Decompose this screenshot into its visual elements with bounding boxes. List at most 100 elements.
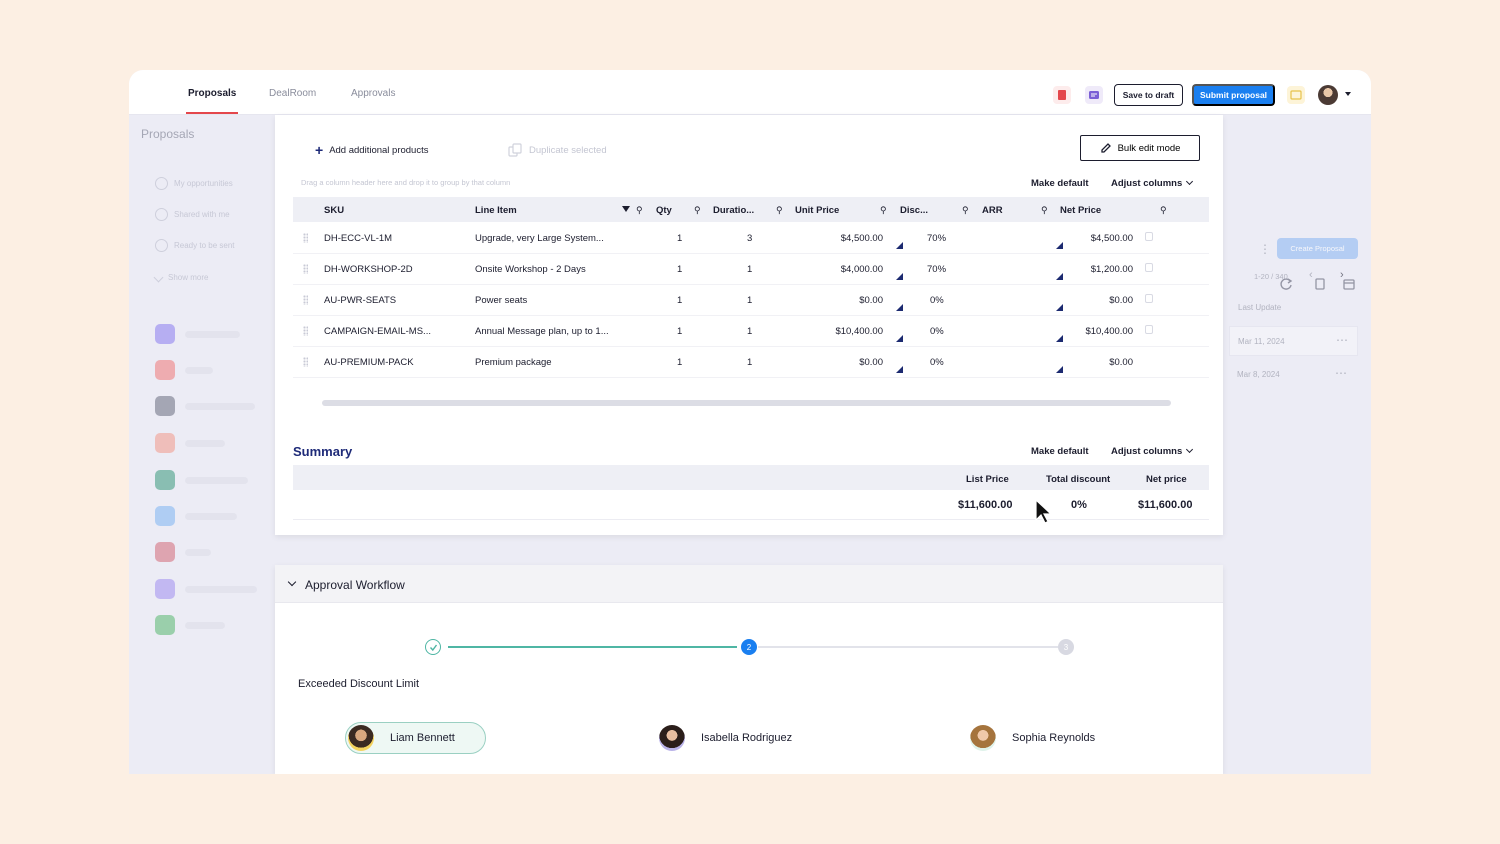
table-row[interactable]: CAMPAIGN-EMAIL-MS... Annual Message plan… — [293, 316, 1209, 347]
app-icon-4[interactable] — [155, 433, 175, 453]
summary-header-list-price: List Price — [966, 474, 1009, 485]
more-horizontal-icon[interactable]: ⋯ — [1336, 333, 1348, 347]
pin-icon[interactable]: ⚲ — [776, 205, 783, 216]
summary-make-default-link[interactable]: Make default — [1031, 446, 1089, 457]
approver-liam-bennett[interactable]: Liam Bennett — [345, 722, 486, 754]
more-vertical-icon[interactable]: ⋮ — [1259, 242, 1271, 256]
pin-icon[interactable]: ⚲ — [694, 205, 701, 216]
column-header-net-price[interactable]: Net Price — [1060, 205, 1101, 216]
approver-sophia-reynolds[interactable]: Sophia Reynolds — [970, 722, 1095, 754]
column-header-sku[interactable]: SKU — [324, 205, 344, 216]
summary-list-price: $11,600.00 — [958, 499, 1013, 511]
table-row[interactable]: AU-PREMIUM-PACK Premium package 1 1 $0.0… — [293, 347, 1209, 378]
placeholder-bar — [185, 477, 248, 484]
sidebar-item-my-opportunities[interactable]: My opportunities — [155, 177, 233, 190]
sidebar-item-show-more[interactable]: Show more — [153, 272, 208, 283]
pin-icon[interactable]: ⚲ — [636, 205, 643, 216]
app-icon-3[interactable] — [155, 396, 175, 416]
chevron-down-icon — [1186, 445, 1194, 454]
table-row[interactable]: AU-PWR-SEATS Power seats 1 1 $0.00 0% $0… — [293, 285, 1209, 316]
column-header-unit-price[interactable]: Unit Price — [795, 205, 839, 216]
sidebar: Proposals My opportunities Shared with m… — [129, 115, 275, 774]
column-header-arr[interactable]: ARR — [982, 205, 1003, 216]
column-header-line-item[interactable]: Line Item — [475, 205, 517, 216]
chevron-down-icon[interactable] — [1345, 92, 1351, 96]
sidebar-item-ready[interactable]: Ready to be sent — [155, 239, 234, 252]
export-icon[interactable] — [1313, 277, 1327, 291]
step-1-check-icon[interactable] — [425, 639, 441, 655]
plus-icon: + — [315, 142, 324, 158]
chevron-down-icon[interactable] — [287, 577, 297, 587]
workflow-header[interactable]: Approval Workflow — [275, 565, 1223, 603]
make-default-link[interactable]: Make default — [1031, 178, 1089, 189]
approval-workflow-card: Approval Workflow 2 3 Exceeded Discount … — [275, 565, 1223, 774]
next-page-icon[interactable]: › — [1340, 269, 1344, 281]
cell-indicator-icon — [896, 335, 903, 342]
app-icon-5[interactable] — [155, 470, 175, 490]
avatar — [970, 725, 996, 751]
app-icon-1[interactable] — [155, 324, 175, 344]
app-icon-9[interactable] — [155, 615, 175, 635]
lock-icon[interactable] — [1145, 325, 1153, 334]
cell-indicator-icon — [896, 273, 903, 280]
drag-handle-icon[interactable] — [303, 326, 308, 336]
tab-proposals[interactable]: Proposals — [188, 88, 236, 99]
last-update-header: Last Update — [1238, 303, 1282, 312]
table-row[interactable]: DH-WORKSHOP-2D Onsite Workshop - 2 Days … — [293, 254, 1209, 285]
list-item[interactable]: Mar 8, 2024 ⋯ — [1229, 360, 1358, 390]
add-products-button[interactable]: + Add additional products — [315, 142, 428, 158]
prev-page-icon[interactable]: ‹ — [1309, 269, 1313, 281]
bulk-edit-mode-button[interactable]: Bulk edit mode — [1080, 135, 1200, 161]
summary-net-price: $11,600.00 — [1138, 499, 1193, 511]
save-to-draft-button[interactable]: Save to draft — [1114, 84, 1183, 106]
pin-icon[interactable]: ⚲ — [962, 205, 969, 216]
lock-icon[interactable] — [1145, 294, 1153, 303]
user-avatar[interactable] — [1318, 85, 1338, 105]
submit-proposal-button[interactable]: Submit proposal — [1192, 84, 1275, 106]
placeholder-bar — [185, 513, 237, 520]
horizontal-scrollbar[interactable] — [322, 400, 1171, 406]
app-icon-6[interactable] — [155, 506, 175, 526]
comment-icon[interactable] — [1085, 86, 1103, 104]
filter-icon[interactable] — [622, 206, 630, 212]
placeholder-bar — [185, 403, 255, 410]
drag-handle-icon[interactable] — [303, 357, 308, 367]
pdf-icon[interactable] — [1053, 86, 1071, 104]
notes-icon[interactable] — [1287, 86, 1305, 104]
placeholder-bar — [185, 367, 213, 374]
sidebar-item-shared[interactable]: Shared with me — [155, 208, 230, 221]
right-panel: ⋮ Create Proposal 1-20 / 340 ‹ › Last Up… — [1229, 115, 1371, 774]
table-row[interactable]: DH-ECC-VL-1M Upgrade, very Large System.… — [293, 223, 1209, 254]
app-icon-8[interactable] — [155, 579, 175, 599]
pin-icon[interactable]: ⚲ — [880, 205, 887, 216]
adjust-columns-link[interactable]: Adjust columns — [1111, 177, 1194, 189]
drag-handle-icon[interactable] — [303, 295, 308, 305]
more-horizontal-icon[interactable]: ⋯ — [1335, 366, 1347, 380]
column-header-discount[interactable]: Disc... — [900, 205, 928, 216]
drag-handle-icon[interactable] — [303, 233, 308, 243]
avatar — [659, 725, 685, 751]
approver-isabella-rodriguez[interactable]: Isabella Rodriguez — [659, 722, 792, 754]
archive-icon[interactable] — [1342, 277, 1356, 291]
duplicate-selected-button[interactable]: Duplicate selected — [507, 142, 607, 158]
app-icon-2[interactable] — [155, 360, 175, 380]
app-icon-7[interactable] — [155, 542, 175, 562]
column-header-duration[interactable]: Duratio... — [713, 205, 754, 216]
tab-approvals[interactable]: Approvals — [351, 88, 395, 99]
step-2[interactable]: 2 — [741, 639, 757, 655]
summary-adjust-columns-link[interactable]: Adjust columns — [1111, 445, 1194, 457]
drag-handle-icon[interactable] — [303, 264, 308, 274]
cell-indicator-icon — [1056, 273, 1063, 280]
step-3[interactable]: 3 — [1058, 639, 1074, 655]
pin-icon[interactable]: ⚲ — [1041, 205, 1048, 216]
lock-icon[interactable] — [1145, 232, 1153, 241]
column-header-qty[interactable]: Qty — [656, 205, 672, 216]
pin-icon[interactable]: ⚲ — [1160, 205, 1167, 216]
summary-header-total-discount: Total discount — [1046, 474, 1111, 485]
list-item[interactable]: Mar 11, 2024 ⋯ — [1229, 326, 1358, 356]
create-proposal-button[interactable]: Create Proposal — [1277, 238, 1358, 259]
summary-title: Summary — [293, 444, 353, 459]
tab-dealroom[interactable]: DealRoom — [269, 88, 316, 99]
top-bar: Proposals DealRoom Approvals Save to dra… — [129, 70, 1371, 115]
lock-icon[interactable] — [1145, 263, 1153, 272]
